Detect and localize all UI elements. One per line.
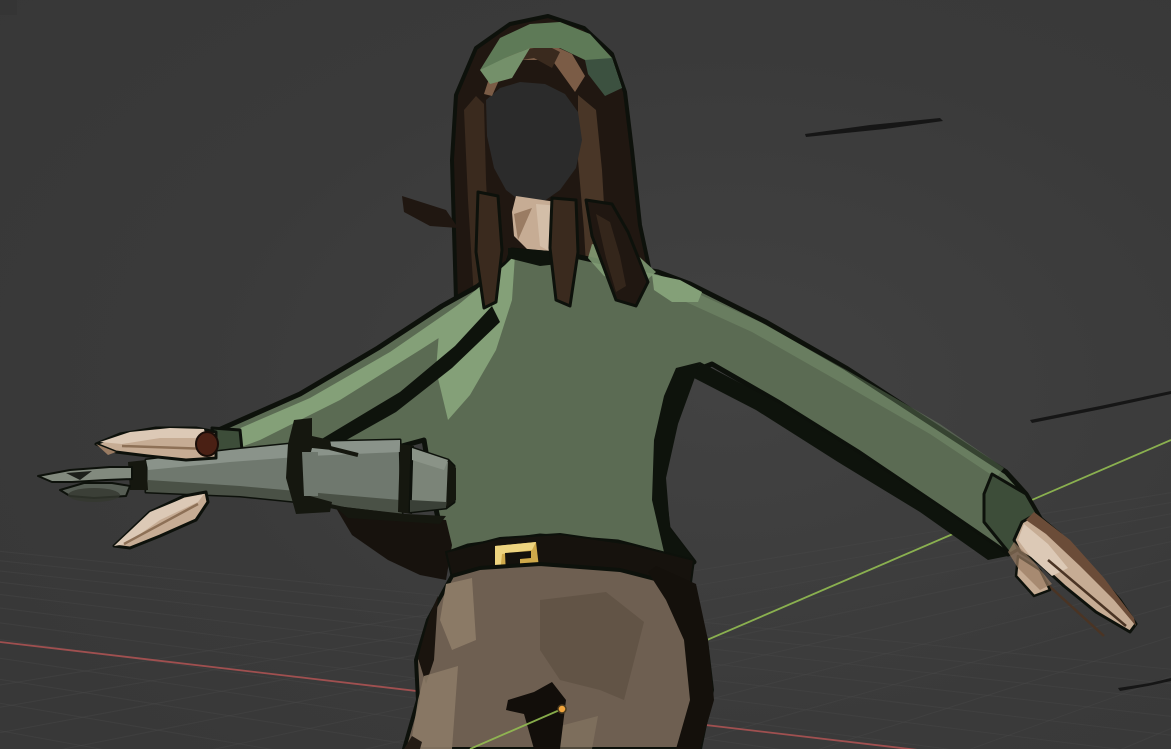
3d-viewport[interactable] <box>0 0 1171 749</box>
viewport-corner-patch <box>0 0 17 15</box>
cuff-interior <box>196 432 218 456</box>
object-origin-dot[interactable] <box>558 705 566 713</box>
pants[interactable] <box>404 564 714 749</box>
